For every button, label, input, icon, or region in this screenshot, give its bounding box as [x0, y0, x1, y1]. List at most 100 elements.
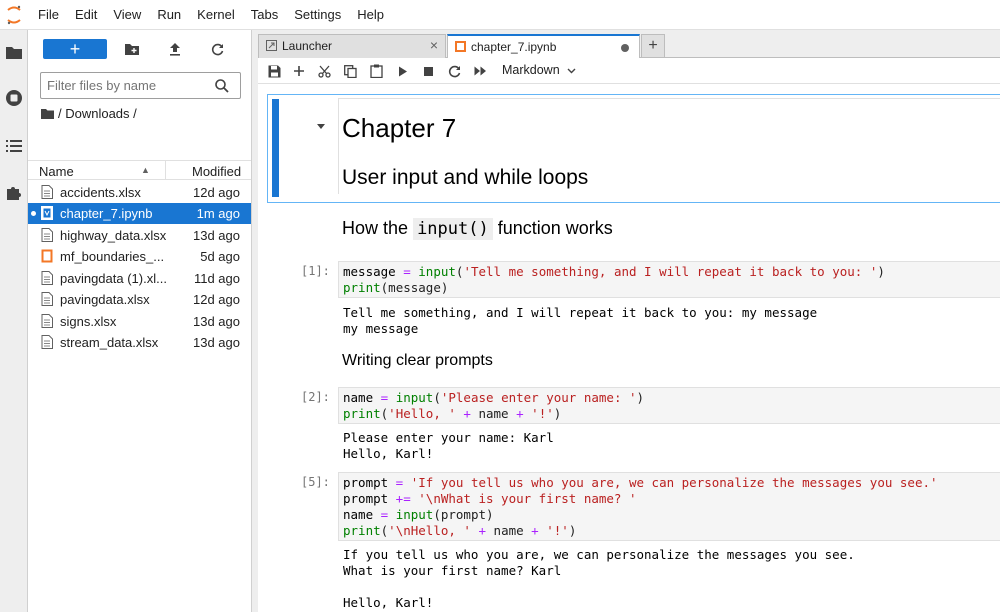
code-token: ) [636, 390, 645, 405]
file-name: signs.xlsx [60, 314, 117, 329]
code-token: ) [553, 406, 562, 421]
menu-tabs[interactable]: Tabs [243, 0, 286, 30]
cell-type-dropdown[interactable]: Markdown [502, 63, 576, 77]
file-row[interactable]: signs.xlsx 13d ago [28, 311, 251, 332]
file-name: pavingdata.xlsx [60, 292, 150, 307]
code-token: 'Please enter your name: ' [440, 390, 637, 405]
file-modified: 5d ago [200, 249, 240, 264]
fast-forward-icon[interactable] [472, 63, 488, 79]
run-icon[interactable] [395, 63, 411, 79]
cell-output: Tell me something, and I will repeat it … [343, 305, 818, 336]
column-divider[interactable] [165, 161, 166, 180]
extension-icon[interactable] [4, 182, 24, 202]
folder-icon[interactable] [41, 108, 54, 119]
code-token: + [470, 523, 494, 538]
upload-icon[interactable] [166, 40, 184, 58]
restart-icon[interactable] [446, 63, 462, 79]
menu-settings[interactable]: Settings [286, 0, 349, 30]
close-icon[interactable]: × [430, 37, 438, 53]
file-filter-input[interactable] [47, 78, 207, 93]
menu-kernel[interactable]: Kernel [189, 0, 243, 30]
copy-icon[interactable] [342, 63, 358, 79]
code-token: (prompt) [433, 507, 494, 522]
collapse-heading-icon[interactable] [316, 123, 326, 130]
code-token: 'Tell me something, and I will repeat it… [463, 264, 878, 279]
file-modified: 13d ago [193, 335, 240, 350]
menu-view[interactable]: View [105, 0, 149, 30]
code-token: name [343, 390, 374, 405]
notebook-icon [41, 249, 53, 263]
search-icon [215, 79, 229, 93]
file-name: stream_data.xlsx [60, 335, 159, 350]
code-token: ( [433, 390, 441, 405]
file-row[interactable]: accidents.xlsx 12d ago [28, 182, 251, 203]
tab-launcher[interactable]: Launcher × [258, 34, 446, 58]
file-icon [41, 314, 53, 328]
file-row[interactable]: stream_data.xlsx 13d ago [28, 332, 251, 353]
toc-icon[interactable] [4, 136, 24, 156]
code-token: ) [568, 523, 577, 538]
code-token: ) [877, 264, 885, 279]
breadcrumb: / Downloads / [41, 106, 137, 121]
heading-chapter: Chapter 7 [342, 113, 457, 143]
breadcrumb-path[interactable]: / Downloads / [58, 106, 137, 121]
file-modified: 12d ago [193, 185, 240, 200]
code-token: prompt [343, 491, 389, 506]
file-icon [41, 228, 53, 242]
tab-chapter-7[interactable]: chapter_7.ipynb [447, 34, 640, 59]
code-token: 'Hello, ' [388, 406, 456, 421]
new-launcher-button[interactable]: + [43, 39, 107, 59]
cell-collapser[interactable] [272, 99, 279, 197]
left-sidebar [0, 30, 28, 612]
file-row[interactable]: pavingdata (1).xl... 11d ago [28, 268, 251, 289]
file-name: pavingdata (1).xl... [60, 271, 167, 286]
refresh-icon[interactable] [208, 40, 226, 58]
file-row-selected[interactable]: chapter_7.ipynb 1m ago [28, 203, 251, 224]
file-browser-toolbar: + [28, 30, 251, 66]
file-icon [41, 185, 53, 199]
stop-icon[interactable] [420, 63, 436, 79]
running-indicator [31, 211, 36, 216]
name-column-header[interactable]: Name [39, 164, 74, 179]
code-token: name [493, 523, 524, 538]
cell-output: If you tell us who you are, we can perso… [343, 547, 855, 610]
code-token: input [395, 390, 434, 405]
paste-icon[interactable] [368, 63, 384, 79]
save-icon[interactable] [266, 63, 282, 79]
code-token: '\nWhat is your first name? ' [418, 491, 637, 506]
code-token: '\nHello, ' [388, 523, 471, 538]
folder-icon[interactable] [4, 42, 24, 62]
cell-output: Please enter your name: Karl Hello, Karl… [343, 430, 554, 461]
file-filter-field[interactable] [40, 72, 241, 99]
unsaved-indicator-icon[interactable] [621, 44, 629, 52]
cell-prompt: [1]: [301, 264, 330, 278]
add-tab-button[interactable]: + [641, 34, 665, 57]
running-icon[interactable] [4, 88, 24, 108]
code-cell-editor[interactable]: prompt = 'If you tell us who you are, we… [338, 472, 1000, 541]
file-modified: 11d ago [193, 271, 240, 286]
code-cell-editor[interactable]: message = input('Tell me something, and … [338, 261, 1000, 298]
new-folder-icon[interactable] [123, 40, 141, 58]
modified-column-header[interactable]: Modified [192, 164, 241, 179]
file-row[interactable]: mf_boundaries_... 5d ago [28, 246, 251, 267]
code-token: (message) [380, 280, 449, 295]
code-token: + [508, 406, 532, 421]
code-cell-editor[interactable]: name = input('Please enter your name: ')… [338, 387, 1000, 424]
file-icon [41, 292, 53, 306]
menu-run[interactable]: Run [149, 0, 189, 30]
code-token: input [395, 507, 434, 522]
cut-icon[interactable] [316, 63, 332, 79]
menu-help[interactable]: Help [349, 0, 392, 30]
menubar: File Edit View Run Kernel Tabs Settings … [0, 0, 1000, 30]
code-token: name [343, 507, 374, 522]
file-icon [41, 271, 53, 285]
file-row[interactable]: highway_data.xlsx 13d ago [28, 225, 251, 246]
file-icon [41, 335, 53, 349]
file-row[interactable]: pavingdata.xlsx 12d ago [28, 289, 251, 310]
notebook-panel: Chapter 7 User input and while loops How… [258, 84, 1000, 612]
menu-edit[interactable]: Edit [67, 0, 105, 30]
file-modified: 12d ago [193, 292, 240, 307]
menu-file[interactable]: File [30, 0, 67, 30]
add-cell-icon[interactable] [291, 63, 307, 79]
code-token: '!' [531, 406, 554, 421]
